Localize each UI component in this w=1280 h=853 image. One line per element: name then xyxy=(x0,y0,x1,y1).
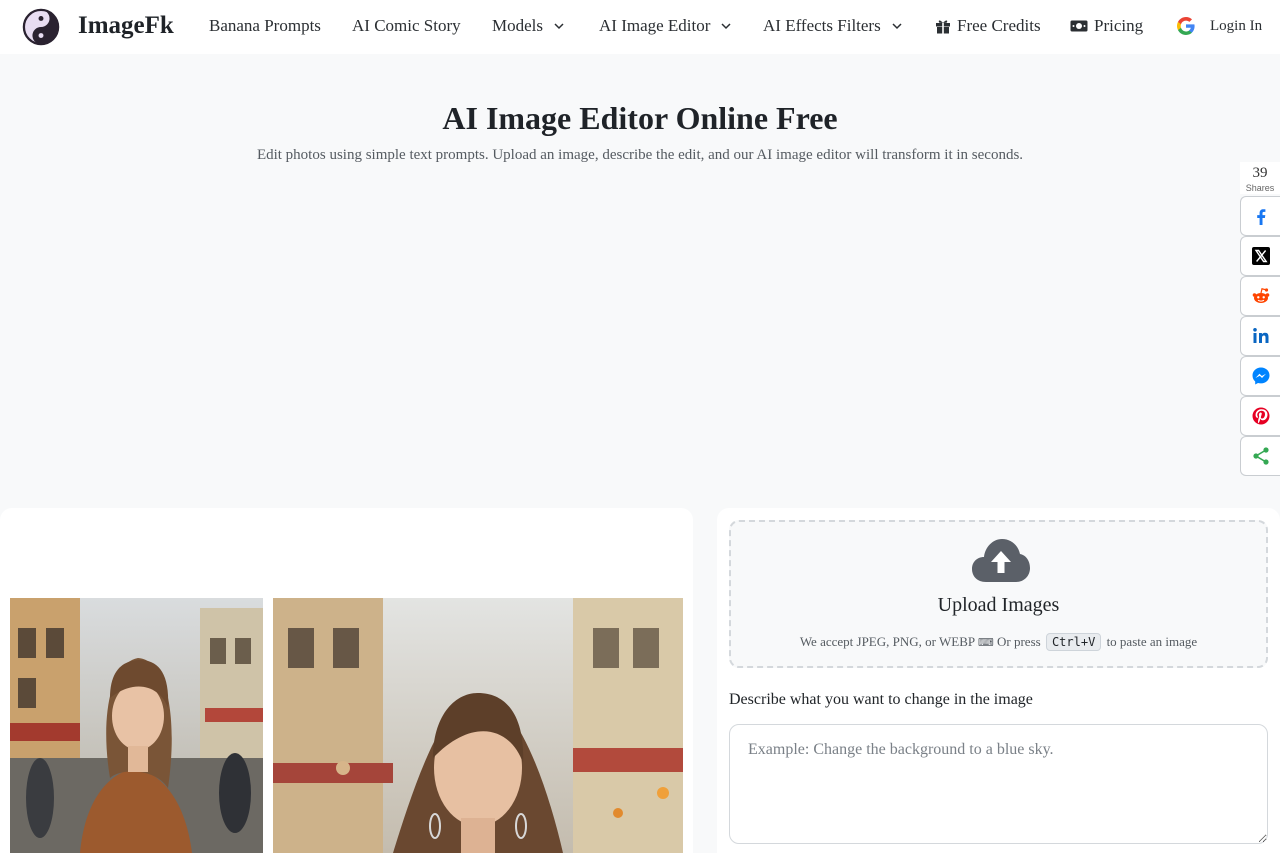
upload-paste-text: to paste an image xyxy=(1106,634,1198,649)
x-icon xyxy=(1251,247,1270,265)
prompt-label: Describe what you want to change in the … xyxy=(729,691,1033,708)
prompt-textarea[interactable] xyxy=(729,724,1268,844)
nav-banana-prompts[interactable]: Banana Prompts xyxy=(209,16,321,36)
login-label: Login In xyxy=(1210,17,1263,34)
nav-ai-effects-filters[interactable]: AI Effects Filters xyxy=(763,16,903,36)
example-before-image xyxy=(10,598,263,853)
google-icon xyxy=(1177,17,1195,35)
share-linkedin-button[interactable] xyxy=(1240,316,1280,356)
share-count: 39 Shares xyxy=(1240,162,1280,194)
upload-or-press-text: Or press xyxy=(997,634,1041,649)
top-navbar: ImageFk Banana Prompts AI Comic Story Mo… xyxy=(0,0,1280,54)
pinterest-icon xyxy=(1252,407,1269,425)
share-x-button[interactable] xyxy=(1240,236,1280,276)
nav-label: Models xyxy=(492,16,543,35)
nav-pricing[interactable]: Pricing xyxy=(1070,16,1143,36)
page-title: AI Image Editor Online Free xyxy=(442,100,838,136)
nav-label: Pricing xyxy=(1094,16,1144,35)
example-after-image xyxy=(273,598,683,853)
editor-panel: Upload Images We accept JPEG, PNG, or WE… xyxy=(717,508,1280,853)
page-subtitle: Edit photos using simple text prompts. U… xyxy=(256,147,1024,163)
upload-hint: We accept JPEG, PNG, or WEBP ⌨ Or press … xyxy=(731,633,1266,651)
example-panel xyxy=(0,508,693,853)
keyboard-icon: ⌨ xyxy=(977,636,994,649)
nav-ai-image-editor[interactable]: AI Image Editor xyxy=(599,16,732,36)
logo[interactable] xyxy=(22,8,60,46)
share-icon xyxy=(1252,447,1269,465)
chevron-down-icon xyxy=(892,23,902,30)
nav-label: AI Comic Story xyxy=(352,16,461,35)
linkedin-icon xyxy=(1252,328,1268,343)
upload-formats-text: We accept JPEG, PNG, or WEBP xyxy=(799,634,975,649)
nav-ai-comic-story[interactable]: AI Comic Story xyxy=(352,16,461,36)
brand-name[interactable]: ImageFk xyxy=(78,12,174,40)
chevron-down-icon xyxy=(554,23,564,30)
chevron-down-icon xyxy=(721,23,731,30)
share-facebook-button[interactable] xyxy=(1240,196,1280,236)
facebook-icon xyxy=(1256,209,1265,225)
share-count-number: 39 xyxy=(1252,165,1268,181)
nav-models[interactable]: Models xyxy=(492,16,565,36)
share-messenger-button[interactable] xyxy=(1240,356,1280,396)
upload-dropzone[interactable]: Upload Images We accept JPEG, PNG, or WE… xyxy=(729,520,1268,668)
cloud-upload-icon xyxy=(972,539,1030,582)
gift-icon xyxy=(936,20,950,34)
share-reddit-button[interactable] xyxy=(1240,276,1280,316)
share-count-label: Shares xyxy=(1245,183,1275,193)
nav-label: Banana Prompts xyxy=(209,16,321,35)
share-pinterest-button[interactable] xyxy=(1240,396,1280,436)
share-more-button[interactable] xyxy=(1240,436,1280,476)
nav-label: AI Effects Filters xyxy=(763,16,881,35)
paste-shortcut-key: Ctrl+V xyxy=(1045,633,1102,651)
messenger-icon xyxy=(1252,367,1269,385)
nav-label: Free Credits xyxy=(957,16,1041,35)
login-button[interactable]: Login In xyxy=(1176,16,1262,36)
yin-yang-icon xyxy=(22,8,60,46)
nav-label: AI Image Editor xyxy=(599,16,711,35)
money-icon xyxy=(1070,20,1088,32)
nav-free-credits[interactable]: Free Credits xyxy=(935,16,1041,36)
reddit-icon xyxy=(1252,288,1269,303)
upload-title: Upload Images xyxy=(937,594,1060,616)
